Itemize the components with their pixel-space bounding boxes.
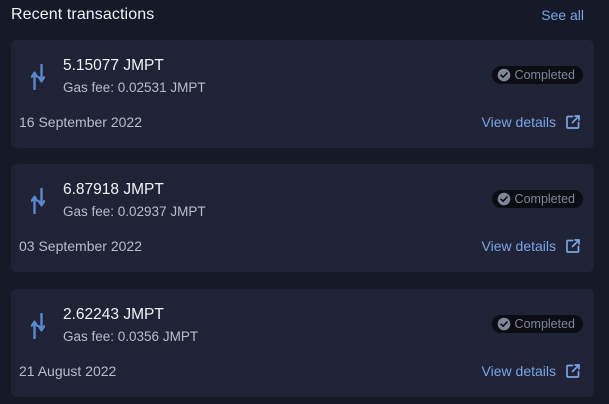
view-details-label: View details [481, 238, 556, 254]
transaction-amount: 6.87918 JMPT [63, 181, 164, 198]
external-link-icon [566, 115, 580, 129]
gas-fee: Gas fee: 0.02937 JMPT [63, 204, 206, 219]
transaction-date: 21 August 2022 [19, 363, 117, 379]
view-details-link[interactable]: View details [482, 237, 581, 255]
section-title: Recent transactions [11, 6, 155, 23]
status-label: Completed [514, 317, 575, 331]
view-details-link[interactable]: View details [482, 362, 581, 380]
transaction-card: 2.62243 JMPT Gas fee: 0.0356 JMPT Comple… [11, 289, 594, 397]
view-details-label: View details [481, 363, 556, 379]
status-label: Completed [514, 68, 575, 82]
check-circle-icon [497, 192, 510, 206]
transfer-arrow-icon [31, 64, 45, 90]
view-details-label: View details [481, 114, 556, 130]
check-circle-icon [497, 317, 510, 331]
transfer-arrow-icon [31, 313, 45, 339]
transaction-amount: 5.15077 JMPT [63, 57, 164, 74]
gas-fee: Gas fee: 0.0356 JMPT [63, 329, 199, 344]
external-link-icon [566, 239, 580, 253]
status-badge: Completed [491, 66, 583, 84]
check-circle-icon [497, 68, 510, 82]
see-all-link[interactable]: See all [541, 7, 584, 23]
status-label: Completed [514, 192, 575, 206]
view-details-link[interactable]: View details [482, 113, 581, 131]
transfer-arrow-icon [31, 188, 45, 214]
transaction-amount: 2.62243 JMPT [63, 306, 164, 323]
recent-transactions-header: Recent transactions See all [11, 4, 584, 26]
status-badge: Completed [491, 315, 583, 333]
transaction-card: 5.15077 JMPT Gas fee: 0.02531 JMPT Compl… [11, 40, 594, 148]
external-link-icon [566, 364, 580, 378]
status-badge: Completed [491, 190, 583, 208]
transaction-date: 03 September 2022 [19, 238, 142, 254]
transaction-date: 16 September 2022 [19, 114, 142, 130]
transaction-card: 6.87918 JMPT Gas fee: 0.02937 JMPT Compl… [11, 164, 594, 272]
gas-fee: Gas fee: 0.02531 JMPT [63, 80, 206, 95]
